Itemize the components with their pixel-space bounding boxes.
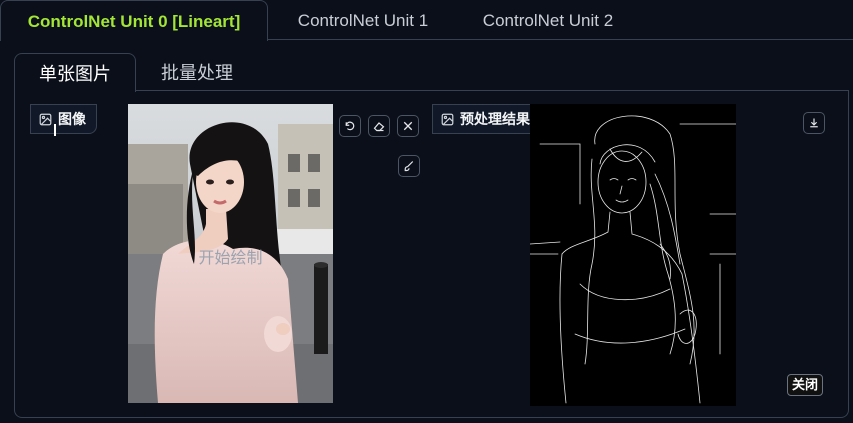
tab-controlnet-unit-2[interactable]: ControlNet Unit 2 xyxy=(460,0,636,40)
input-image-label: 图像 xyxy=(30,104,97,134)
eraser-button[interactable] xyxy=(368,115,390,137)
tab-controlnet-unit-1[interactable]: ControlNet Unit 1 xyxy=(270,0,456,40)
input-image-label-text: 图像 xyxy=(58,111,86,127)
brush-button[interactable] xyxy=(398,155,420,177)
tab-batch[interactable]: 批量处理 xyxy=(142,53,252,91)
controlnet-unit-tabs: ControlNet Unit 0 [Lineart] ControlNet U… xyxy=(0,0,853,41)
text-cursor xyxy=(54,124,56,136)
clear-button[interactable] xyxy=(397,115,419,137)
preprocessor-preview-image xyxy=(530,104,736,406)
tab-controlnet-unit-0[interactable]: ControlNet Unit 0 [Lineart] xyxy=(0,0,268,41)
undo-button[interactable] xyxy=(339,115,361,137)
image-icon xyxy=(441,113,454,125)
close-preview-button[interactable]: 关闭 xyxy=(787,374,823,396)
brush-icon xyxy=(404,161,414,172)
undo-icon xyxy=(345,121,355,131)
eraser-icon xyxy=(373,122,385,132)
close-icon xyxy=(403,121,413,131)
tab-single-image[interactable]: 单张图片 xyxy=(14,53,136,92)
portrait-photo xyxy=(128,104,333,403)
download-icon xyxy=(810,118,818,128)
download-button[interactable] xyxy=(803,112,825,134)
image-icon xyxy=(39,113,52,125)
input-image-canvas[interactable]: 开始绘制 xyxy=(128,104,333,403)
